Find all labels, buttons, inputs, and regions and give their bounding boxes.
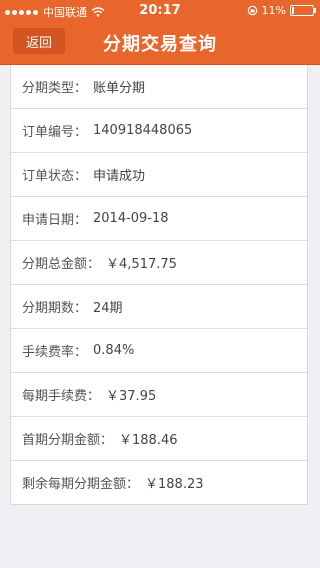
- detail-value: 2014-09-18: [93, 211, 169, 226]
- detail-label: 分期总金额：: [22, 257, 101, 272]
- detail-label: 首期分期金额：: [22, 433, 114, 448]
- detail-value: ￥188.23: [145, 477, 204, 492]
- detail-value: ￥37.95: [106, 389, 157, 404]
- detail-row-fee-per-period: 每期手续费： ￥37.95: [11, 373, 307, 417]
- detail-label: 申请日期：: [22, 213, 88, 228]
- detail-row-installment-type: 分期类型： 账单分期: [11, 65, 307, 109]
- detail-label: 订单编号：: [22, 125, 88, 140]
- page-title: 分期交易查询: [103, 34, 217, 55]
- battery-level: [292, 7, 294, 14]
- detail-value: 账单分期: [93, 81, 146, 96]
- detail-value: 24期: [93, 301, 123, 316]
- detail-row-first-period-amount: 首期分期金额： ￥188.46: [11, 417, 307, 461]
- status-bar: 中国联通 20:17 11%: [0, 0, 320, 20]
- detail-label: 剩余每期分期金额：: [22, 477, 140, 492]
- detail-label: 分期期数：: [22, 301, 88, 316]
- detail-row-total-amount: 分期总金额： ￥4,517.75: [11, 241, 307, 285]
- detail-value: ￥188.46: [119, 433, 178, 448]
- detail-value: ￥4,517.75: [106, 257, 177, 272]
- navigation-bar: 返回 分期交易查询: [0, 20, 320, 65]
- status-right: 11%: [247, 4, 316, 17]
- detail-row-installment-count: 分期期数： 24期: [11, 285, 307, 329]
- battery-icon: [290, 5, 316, 16]
- detail-row-fee-rate: 手续费率： 0.84%: [11, 329, 307, 373]
- detail-label: 手续费率：: [22, 345, 88, 360]
- detail-label: 订单状态：: [22, 169, 88, 184]
- detail-label: 每期手续费：: [22, 389, 101, 404]
- detail-row-order-status: 订单状态： 申请成功: [11, 153, 307, 197]
- rotation-lock-icon: [247, 5, 257, 16]
- installment-detail-list: 分期类型： 账单分期 订单编号： 140918448065 订单状态： 申请成功…: [10, 65, 308, 505]
- battery-percent: 11%: [261, 4, 286, 17]
- detail-value: 140918448065: [93, 123, 193, 138]
- detail-row-order-number: 订单编号： 140918448065: [11, 109, 307, 153]
- detail-label: 分期类型：: [22, 81, 88, 96]
- detail-row-remaining-period-amount: 剩余每期分期金额： ￥188.23: [11, 461, 307, 504]
- detail-value: 0.84%: [93, 343, 135, 358]
- detail-value: 申请成功: [93, 169, 146, 184]
- detail-row-application-date: 申请日期： 2014-09-18: [11, 197, 307, 241]
